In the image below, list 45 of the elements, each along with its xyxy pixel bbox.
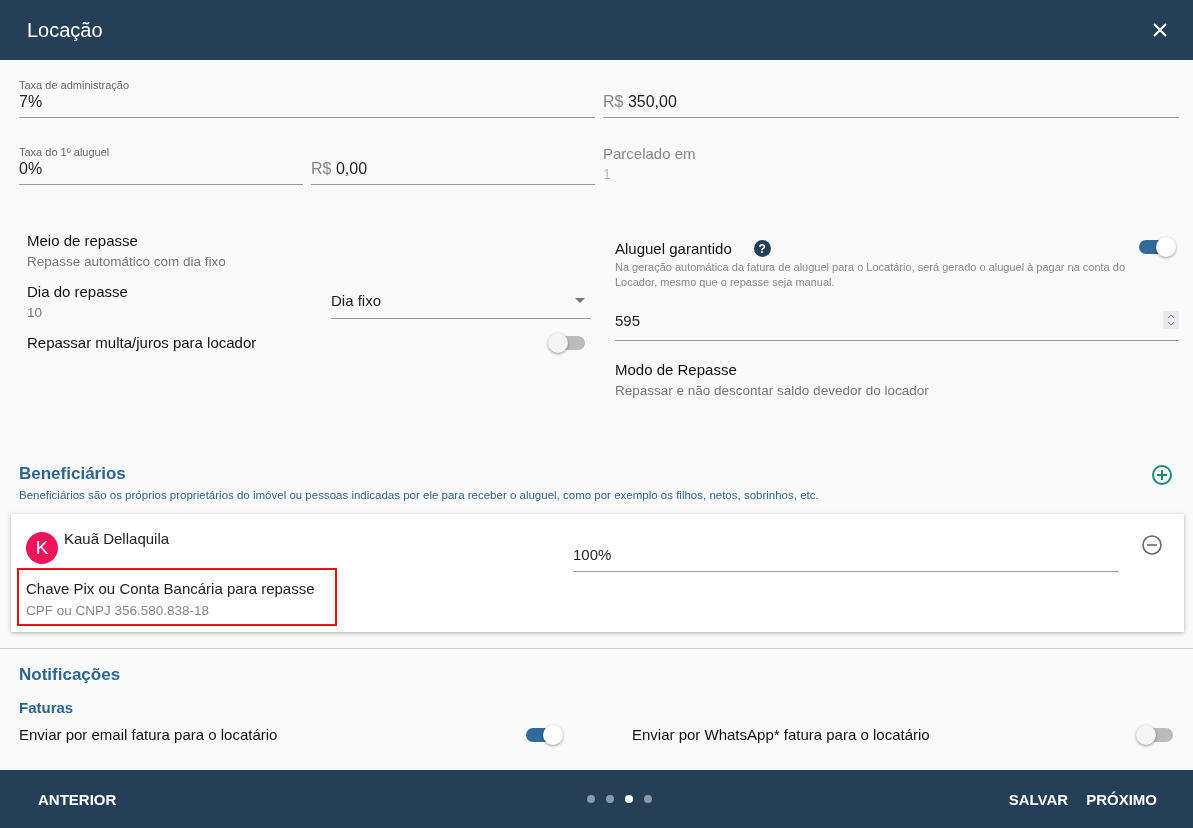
setting-label: Enviar por WhatsApp* fatura para o locatário [632,726,930,743]
toggle-switch[interactable] [526,727,560,742]
setting-label: Modo de Repasse [615,361,738,378]
setting-label: Enviar por email fatura para o locatário [19,726,278,743]
subsection-title: Faturas [19,699,75,716]
setting-value: Repassar e não descontar saldo devedor do locador [615,383,930,398]
readonly-field: Parcelado em 1 [603,139,1179,206]
toggle-switch[interactable] [1139,240,1173,254]
avatar: K [26,532,58,564]
previous-button[interactable]: ANTERIOR [26,782,123,816]
spinner-icon[interactable] [1163,311,1179,329]
setting-label: Dia do repasse [27,283,128,300]
setting-label: Meio de repasse [27,232,139,249]
input-field[interactable]: Taxa do 1º aluguel 0% [19,139,303,185]
pix-value: CPF ou CNPJ 356.580.838-18 [26,603,211,618]
caret-icon [575,298,585,303]
step-dot[interactable] [606,795,614,803]
step-dot[interactable] [587,795,595,803]
next-button[interactable]: PRÓXIMO [1074,782,1163,816]
setting-value: Repasse automático com dia fixo [27,254,227,269]
help-icon[interactable]: ? [753,240,771,257]
setting-label: Repassar multa/juros para locador [27,334,257,351]
section-title: Beneficiários [19,464,127,484]
step-dot[interactable] [625,795,633,803]
toggle-switch[interactable] [551,335,585,350]
setting-description: Na geração automática da fatura de aluguel para o Locatário, será gerado o aluguel à pagar na conta do Locador, mesmo que o repasse seja manual. [615,260,1127,290]
setting-value: 10 [27,305,44,320]
pix-label: Chave Pix ou Conta Bancária para repasse [26,580,315,597]
remove-icon[interactable] [1141,534,1163,556]
input-field[interactable]: Taxa de administração 7% [19,72,595,118]
setting-label: Aluguel garantido [615,240,732,257]
add-icon[interactable] [1151,464,1173,486]
save-button[interactable]: SALVAR [996,782,1075,816]
beneficiary-name: Kauã Dellaquila [64,530,170,547]
input-field[interactable]: R$ 0,00 [311,139,595,185]
step-dot[interactable] [644,795,652,803]
input-field[interactable]: R$ 350,00 [603,72,1179,118]
percent-field[interactable]: 100% [573,538,1119,572]
select-field[interactable]: Dia fixo [331,283,591,319]
section-title: Notificações [19,665,122,685]
close-icon[interactable] [1152,22,1168,38]
section-description: Beneficiários são os próprios proprietários do imóvel ou pessoas indicadas por ele para receber o aluguel, como por exemplo os filhos, netos, sobrinhos, etc. [19,489,819,501]
dialog-title: Locação [27,18,103,42]
number-field[interactable]: 595 [615,300,1179,341]
toggle-switch[interactable] [1139,727,1173,742]
